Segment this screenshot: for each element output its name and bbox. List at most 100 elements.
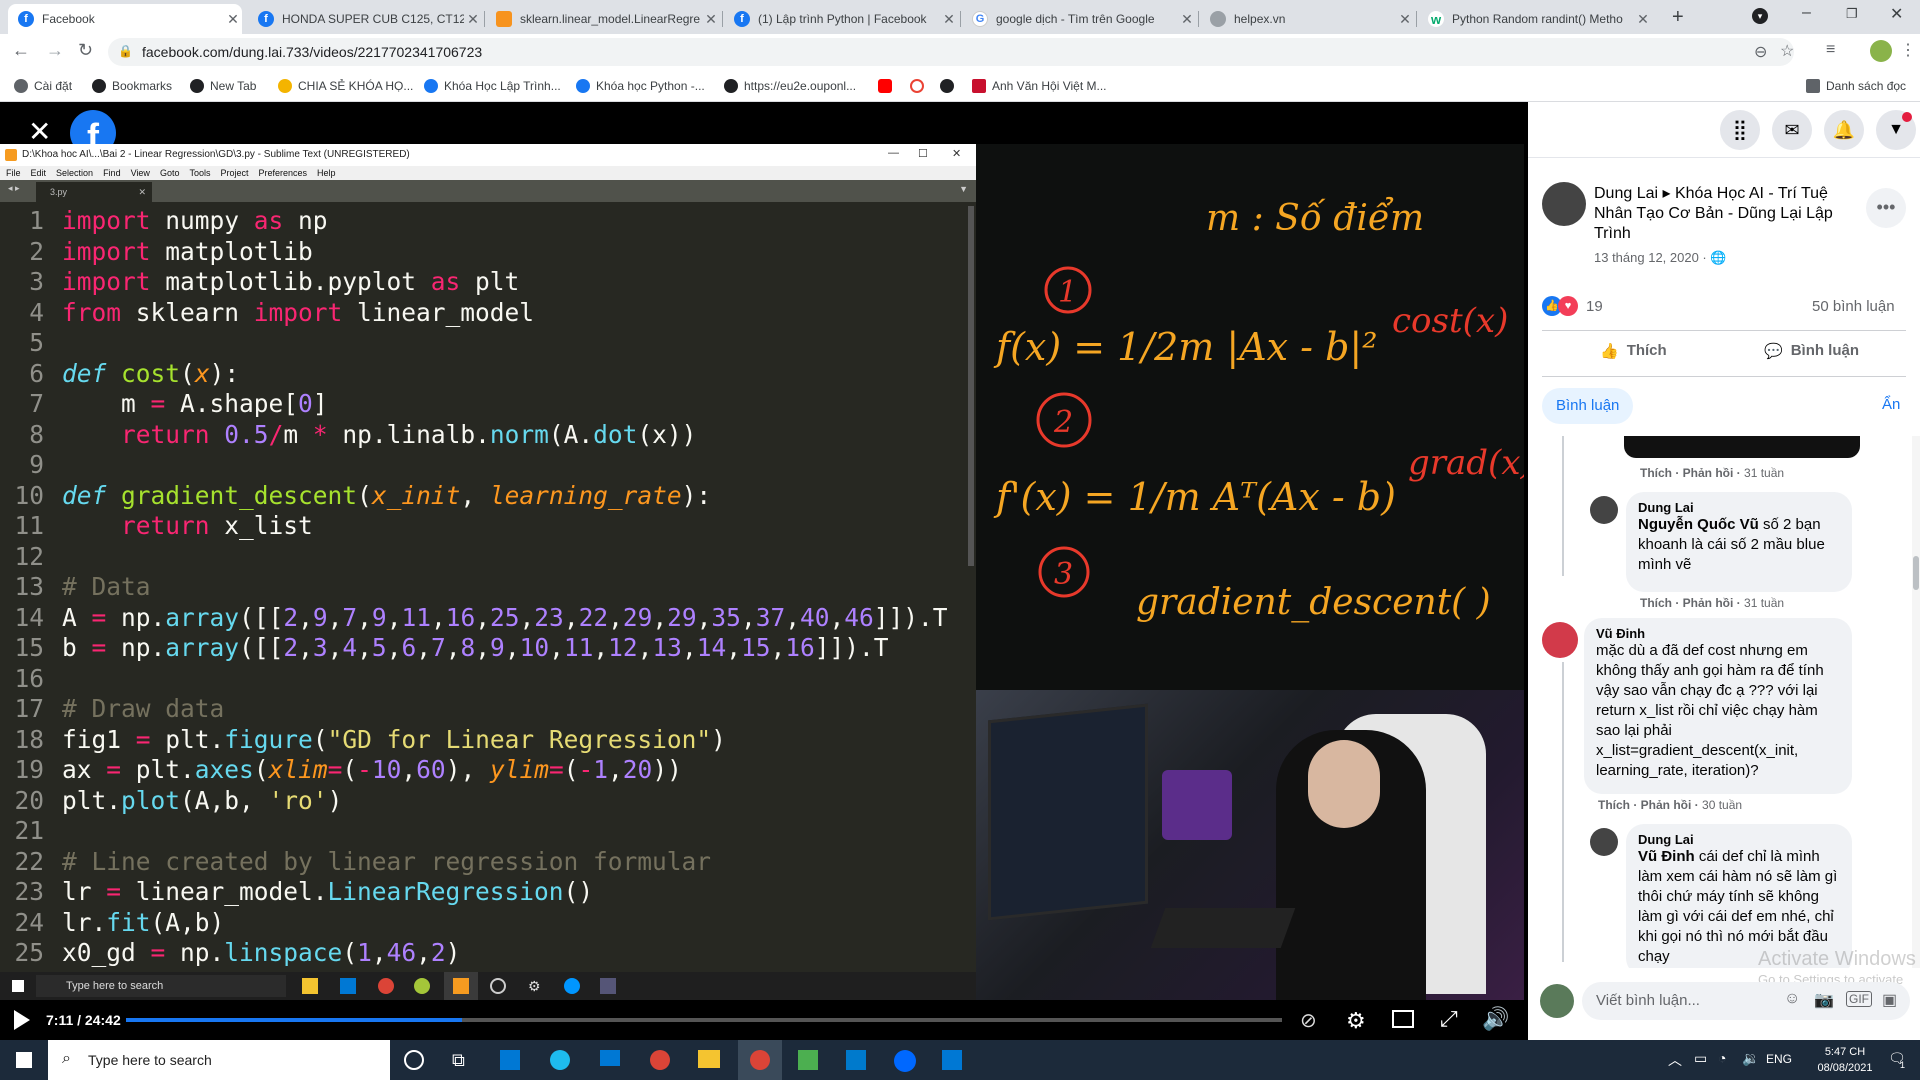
code-line[interactable]: 9 — [0, 450, 960, 481]
play-icon[interactable] — [14, 1010, 30, 1030]
close-icon[interactable]: ✕ — [464, 11, 482, 28]
code-editor[interactable]: 1 import numpy as np 2 import matplotlib 3 im… — [0, 206, 960, 969]
menu-grid-icon[interactable]: ⣿ — [1720, 110, 1760, 150]
mail-icon[interactable] — [600, 1050, 620, 1066]
sticker-icon[interactable]: ▣ — [1882, 990, 1897, 1010]
comment-author[interactable]: Dung Lai — [1638, 500, 1840, 515]
close-icon[interactable]: ✕ — [1396, 11, 1414, 28]
code-line[interactable]: 19 ax = plt.axes(xlim=(-10,60), ylim=(-1,… — [0, 755, 960, 786]
reload-icon[interactable]: ↻ — [78, 40, 93, 61]
maximize-icon[interactable]: ☐ — [918, 147, 928, 160]
code-line[interactable]: 3 import matplotlib.pyplot as plt — [0, 267, 960, 298]
reply-link[interactable]: Phản hồi — [1641, 798, 1692, 812]
code-line[interactable]: 6 def cost(x): — [0, 359, 960, 390]
scrollbar-thumb[interactable] — [1913, 556, 1919, 590]
task-view-icon[interactable]: ⧉ — [452, 1050, 465, 1071]
taskbar-search[interactable]: ⌕ Type here to search — [48, 1040, 390, 1080]
comment-count[interactable]: 50 bình luận — [1812, 298, 1895, 315]
tab-nav-icon[interactable]: ◂ ▸ — [8, 183, 20, 194]
reading-queue-icon[interactable]: ≡ — [1826, 41, 1835, 59]
comment-author[interactable]: Vũ Đinh — [1596, 626, 1840, 641]
tab-facebook[interactable]: f Facebook ✕ — [8, 4, 242, 34]
bookmark-github[interactable] — [940, 77, 960, 95]
code-line[interactable]: 24 lr.fit(A,b) — [0, 908, 960, 939]
camera-icon[interactable]: 📷 — [1814, 990, 1834, 1010]
clock[interactable]: 5:47 CH 08/08/2021 — [1806, 1044, 1884, 1076]
tab-python-random[interactable]: w Python Random randint() Metho ✕ — [1418, 4, 1652, 34]
close-video-icon[interactable]: ✕ — [28, 118, 51, 146]
menu-icon[interactable]: ⋮ — [1900, 40, 1916, 60]
avatar[interactable] — [1542, 182, 1586, 226]
emoji-icon[interactable]: ☺ — [1784, 990, 1800, 1008]
fullscreen-icon[interactable]: ⤢ — [1440, 1006, 1458, 1032]
code-line[interactable]: 15 b = np.array([[2,3,4,5,6,7,8,9,10,11,1… — [0, 633, 960, 664]
forward-icon[interactable]: → — [46, 40, 64, 61]
tab-search-icon[interactable]: ▾ — [1752, 8, 1768, 24]
bookmark-youtube[interactable] — [878, 77, 898, 95]
reply-link[interactable]: Phản hồi — [1683, 596, 1734, 610]
menu-find[interactable]: Find — [103, 166, 121, 180]
star-icon[interactable]: ☆ — [1780, 41, 1794, 61]
author-name[interactable]: Dung Lai — [1594, 185, 1658, 202]
tab-dropdown-icon[interactable]: ▼ — [959, 184, 968, 194]
comment-input[interactable]: Viết bình luận... ☺ 📷 GIF ▣ — [1582, 982, 1910, 1020]
messenger-icon[interactable]: ✉ — [1772, 110, 1812, 150]
like-button[interactable]: 👍 Thích — [1600, 342, 1667, 360]
menu-project[interactable]: Project — [220, 166, 248, 180]
network-icon[interactable]: ▭ — [1694, 1050, 1707, 1067]
bookmark-khoa-hoc-python[interactable]: Khóa học Python -... — [576, 77, 705, 95]
code-line[interactable]: 14 A = np.array([[2,9,7,9,11,16,25,23,22,… — [0, 603, 960, 634]
close-icon[interactable]: ✕ — [1634, 11, 1652, 28]
menu-file[interactable]: File — [6, 166, 21, 180]
wifi-icon[interactable]: ◔ — [1718, 1050, 1726, 1066]
edge-icon[interactable] — [550, 1050, 570, 1070]
close-icon[interactable]: ✕ — [702, 11, 720, 28]
like-link[interactable]: Thích — [1640, 596, 1672, 610]
volume-icon[interactable]: 🔊 — [1482, 1006, 1509, 1032]
bookmark-newtab[interactable]: New Tab — [190, 77, 256, 95]
bookmark-anh-van[interactable]: Anh Văn Hội Việt M... — [972, 77, 1107, 95]
chrome-active-task[interactable] — [738, 1040, 782, 1080]
folder-icon[interactable] — [698, 1050, 720, 1068]
bookmark-google[interactable] — [910, 77, 930, 95]
tab-lap-trinh-python[interactable]: f (1) Lập trình Python | Facebook ✕ — [724, 4, 958, 34]
code-line[interactable]: 7 m = A.shape[0] — [0, 389, 960, 420]
code-line[interactable]: 21 — [0, 816, 960, 847]
code-line[interactable]: 13 # Data — [0, 572, 960, 603]
close-icon[interactable]: ✕ — [940, 11, 958, 28]
menu-edit[interactable]: Edit — [31, 166, 47, 180]
vscode-icon[interactable] — [846, 1050, 866, 1070]
back-icon[interactable]: ← — [12, 40, 30, 61]
progress-bar[interactable] — [126, 1018, 1282, 1022]
store-icon[interactable] — [500, 1050, 520, 1070]
code-line[interactable]: 1 import numpy as np — [0, 206, 960, 237]
bell-icon[interactable]: 🔔 — [1824, 110, 1864, 150]
windows-start-icon[interactable] — [16, 1052, 32, 1068]
scrollbar[interactable] — [1912, 436, 1920, 968]
close-icon[interactable]: ✕ — [224, 11, 242, 28]
zoom-icon[interactable]: ⊖ — [1754, 42, 1767, 62]
menu-view[interactable]: View — [131, 166, 150, 180]
app-icon[interactable] — [798, 1050, 818, 1070]
scrollbar[interactable] — [968, 206, 974, 566]
avatar[interactable] — [1590, 496, 1618, 524]
zalo-icon[interactable] — [894, 1050, 916, 1072]
code-line[interactable]: 22 # Line created by linear regression fo… — [0, 847, 960, 878]
reaction-count[interactable]: 19 — [1586, 298, 1603, 315]
comment-tag[interactable]: Vũ Đinh — [1638, 848, 1695, 865]
like-link[interactable]: Thích — [1640, 466, 1672, 480]
lang-indicator[interactable]: ENG — [1766, 1052, 1792, 1066]
avatar[interactable] — [1590, 828, 1618, 856]
tab-3py[interactable]: 3.py ✕ — [36, 182, 152, 202]
reply-link[interactable]: Phản hồi — [1683, 466, 1734, 480]
code-line[interactable]: 2 import matplotlib — [0, 237, 960, 268]
code-line[interactable]: 5 — [0, 328, 960, 359]
code-line[interactable]: 23 lr = linear_model.LinearRegression() — [0, 877, 960, 908]
like-link[interactable]: Thích — [1598, 798, 1630, 812]
avatar[interactable] — [1870, 40, 1892, 62]
gif-icon[interactable]: GIF — [1846, 991, 1872, 1007]
pip-icon[interactable] — [1392, 1010, 1414, 1028]
close-icon[interactable]: ✕ — [952, 147, 961, 160]
avatar[interactable] — [1540, 984, 1574, 1018]
more-icon[interactable]: ••• — [1866, 188, 1906, 228]
